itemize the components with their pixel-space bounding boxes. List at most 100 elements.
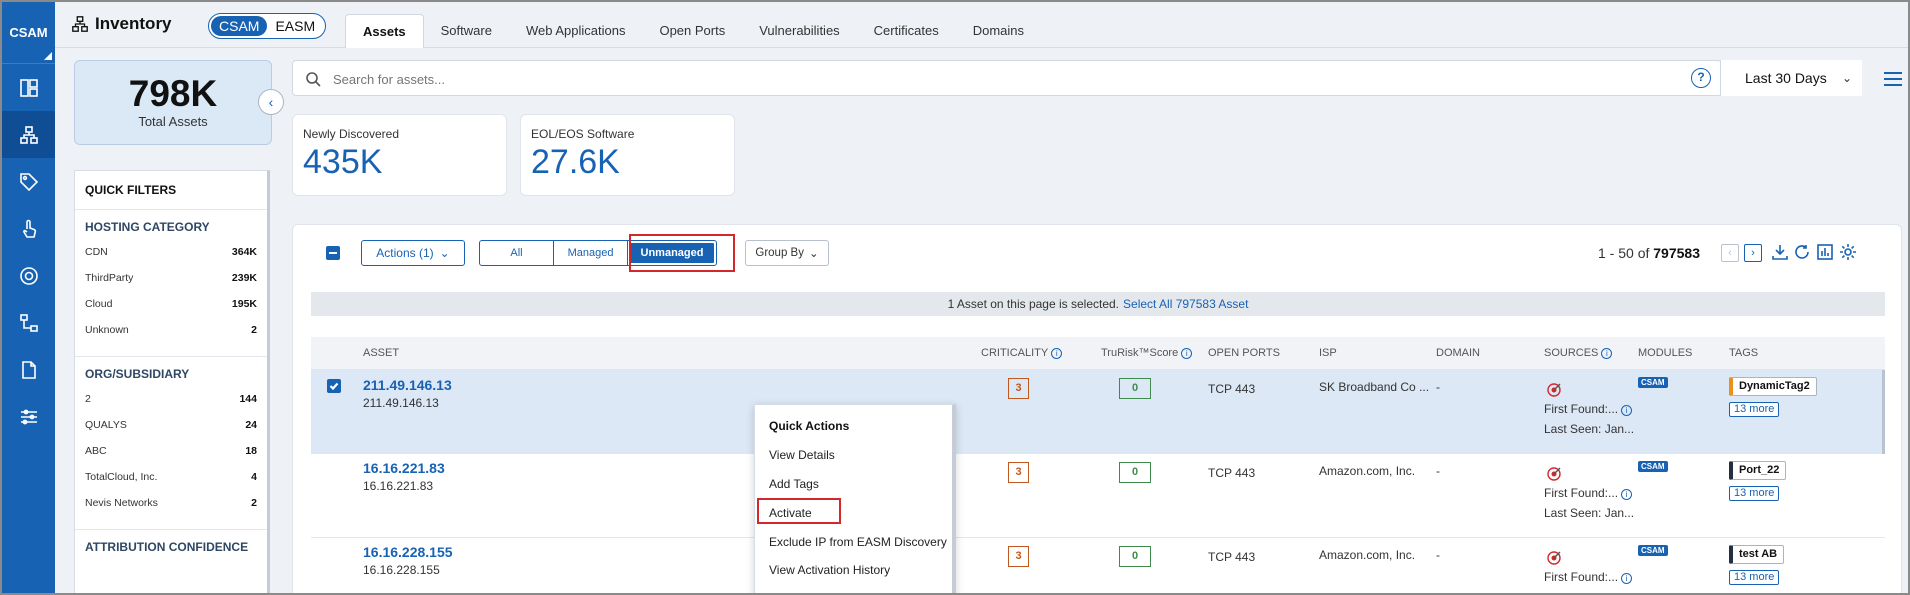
- inventory-icon[interactable]: [2, 111, 55, 158]
- asset-cell: 16.16.228.155 16.16.228.155: [363, 544, 453, 577]
- filter-row[interactable]: ThirdParty 239K: [85, 272, 257, 298]
- total-assets-value: 798K: [128, 73, 218, 114]
- group-by-label: Group By: [755, 247, 804, 259]
- lifebuoy-icon[interactable]: [2, 252, 55, 299]
- menu-activation-history[interactable]: View Activation History: [769, 563, 890, 577]
- group-by-select[interactable]: Group By ⌄: [745, 240, 829, 266]
- help-icon[interactable]: ?: [1691, 68, 1711, 88]
- select-all-checkbox[interactable]: [326, 246, 340, 260]
- col-tags[interactable]: TAGS: [1729, 347, 1758, 359]
- filter-row[interactable]: QUALYS 24: [85, 419, 257, 445]
- chart-icon[interactable]: [1816, 243, 1836, 263]
- quick-actions-title: Quick Actions: [769, 419, 850, 433]
- download-icon[interactable]: [1771, 243, 1791, 263]
- tab-open-ports[interactable]: Open Ports: [642, 14, 742, 48]
- filter-row[interactable]: ABC 18: [85, 445, 257, 471]
- menu-icon[interactable]: [1884, 72, 1902, 90]
- filter-row[interactable]: TotalCloud, Inc. 4: [85, 471, 257, 497]
- filter-row[interactable]: Cloud 195K: [85, 298, 257, 324]
- filter-row[interactable]: Unknown 2: [85, 324, 257, 350]
- period-value: Last 30 Days: [1745, 70, 1827, 86]
- tag-chip[interactable]: test AB: [1729, 545, 1785, 564]
- actions-button[interactable]: Actions (1) ⌄: [361, 240, 465, 266]
- settings-gear-icon[interactable]: [1839, 243, 1859, 263]
- document-icon[interactable]: [2, 346, 55, 393]
- last-seen: Last Seen: Jan...: [1544, 422, 1635, 436]
- first-found-text: First Found:...: [1544, 570, 1619, 584]
- tab-certificates[interactable]: Certificates: [857, 14, 956, 48]
- page-title-text: Inventory: [95, 14, 172, 33]
- tab-web-applications[interactable]: Web Applications: [509, 14, 643, 48]
- tag-chip[interactable]: Port_22: [1729, 461, 1787, 480]
- asset-cell: 211.49.146.13 211.49.146.13: [363, 377, 452, 410]
- col-modules[interactable]: MODULES: [1638, 347, 1692, 359]
- tag-icon[interactable]: [2, 158, 55, 205]
- filter-label: Cloud: [85, 298, 113, 310]
- mode-csam[interactable]: CSAM: [211, 16, 268, 36]
- mode-easm[interactable]: EASM: [267, 16, 323, 36]
- last-seen: Last Seen: Jan...: [1544, 506, 1635, 520]
- filter-label: Unknown: [85, 324, 129, 336]
- pager-total: 797583: [1653, 245, 1700, 261]
- touch-icon[interactable]: [2, 205, 55, 252]
- eol-software-card[interactable]: EOL/EOS Software 27.6K: [520, 114, 735, 196]
- asset-link[interactable]: 16.16.221.83: [363, 460, 445, 476]
- menu-add-tags[interactable]: Add Tags: [769, 477, 819, 491]
- col-criticality[interactable]: CRITICALITY i: [981, 347, 1063, 359]
- col-isp[interactable]: ISP: [1319, 347, 1337, 359]
- isp-cell: Amazon.com, Inc.: [1319, 548, 1416, 562]
- newly-discovered-card[interactable]: Newly Discovered 435K: [292, 114, 507, 196]
- row-checkbox[interactable]: [327, 379, 341, 393]
- assets-table-card: Actions (1) ⌄ All Managed Unmanaged Group…: [292, 224, 1902, 593]
- menu-view-details[interactable]: View Details: [769, 448, 835, 462]
- more-tags-link[interactable]: 13 more: [1729, 402, 1780, 417]
- table-row[interactable]: 211.49.146.13 211.49.146.13 3 0 TCP 443 …: [311, 370, 1885, 454]
- pagination-text: 1 - 50 of 797583: [1598, 245, 1700, 261]
- search-input[interactable]: [333, 69, 1533, 89]
- brand-logo[interactable]: CSAM: [2, 2, 55, 64]
- filter-row[interactable]: 2 144: [85, 393, 257, 419]
- mode-toggle[interactable]: CSAM EASM: [208, 13, 327, 39]
- tag-chip[interactable]: DynamicTag2: [1729, 377, 1817, 396]
- total-assets-label: Total Assets: [138, 114, 208, 129]
- tab-assets[interactable]: Assets: [345, 14, 424, 48]
- tab-domains[interactable]: Domains: [956, 14, 1041, 48]
- scrollbar[interactable]: [1882, 370, 1885, 454]
- sliders-icon[interactable]: [2, 393, 55, 440]
- filter-managed[interactable]: Managed: [554, 241, 628, 265]
- refresh-icon[interactable]: [1793, 243, 1813, 263]
- dashboard-icon[interactable]: [2, 64, 55, 111]
- col-asset[interactable]: ASSET: [363, 347, 399, 359]
- col-label: SOURCES: [1544, 347, 1599, 359]
- asset-ip: 16.16.221.83: [363, 479, 434, 493]
- table-row[interactable]: 16.16.228.155 16.16.228.155 3 0 TCP 443 …: [311, 538, 1885, 593]
- more-tags-link[interactable]: 13 more: [1729, 486, 1780, 501]
- asset-link[interactable]: 16.16.228.155: [363, 544, 453, 560]
- prev-page-button[interactable]: ‹: [1721, 244, 1739, 262]
- collapse-panel-button[interactable]: ‹: [258, 89, 284, 115]
- filter-row[interactable]: CDN 364K: [85, 246, 257, 272]
- tab-vulnerabilities[interactable]: Vulnerabilities: [742, 14, 856, 48]
- period-select[interactable]: Last 30 Days ⌄: [1720, 60, 1862, 96]
- card-value: 27.6K: [531, 143, 620, 181]
- tab-software[interactable]: Software: [424, 14, 509, 48]
- filter-section-attribution: ATTRIBUTION CONFIDENCE: [75, 530, 267, 572]
- asset-link[interactable]: 211.49.146.13: [363, 377, 452, 393]
- menu-exclude-ip[interactable]: Exclude IP from EASM Discovery: [769, 535, 947, 549]
- hierarchy-icon[interactable]: [2, 299, 55, 346]
- col-open-ports[interactable]: OPEN PORTS: [1208, 347, 1280, 359]
- next-page-button[interactable]: ›: [1744, 244, 1762, 262]
- top-bar: Inventory CSAM EASM Assets Software Web …: [55, 2, 1908, 48]
- col-domain[interactable]: DOMAIN: [1436, 347, 1480, 359]
- filter-count: 364K: [231, 246, 257, 258]
- module-badge: CSAM: [1638, 461, 1668, 472]
- col-sources[interactable]: SOURCES i: [1544, 347, 1613, 359]
- filter-all[interactable]: All: [480, 241, 554, 265]
- tab-bar: Assets Software Web Applications Open Po…: [345, 14, 1041, 48]
- info-icon: i: [1618, 404, 1633, 416]
- filter-row[interactable]: Nevis Networks 2: [85, 497, 257, 523]
- select-all-link[interactable]: Select All 797583 Asset: [1123, 297, 1248, 311]
- table-row[interactable]: 16.16.221.83 16.16.221.83 3 0 TCP 443 Am…: [311, 454, 1885, 538]
- col-trurisk[interactable]: TruRisk™Score i: [1101, 347, 1193, 359]
- more-tags-link[interactable]: 13 more: [1729, 570, 1780, 585]
